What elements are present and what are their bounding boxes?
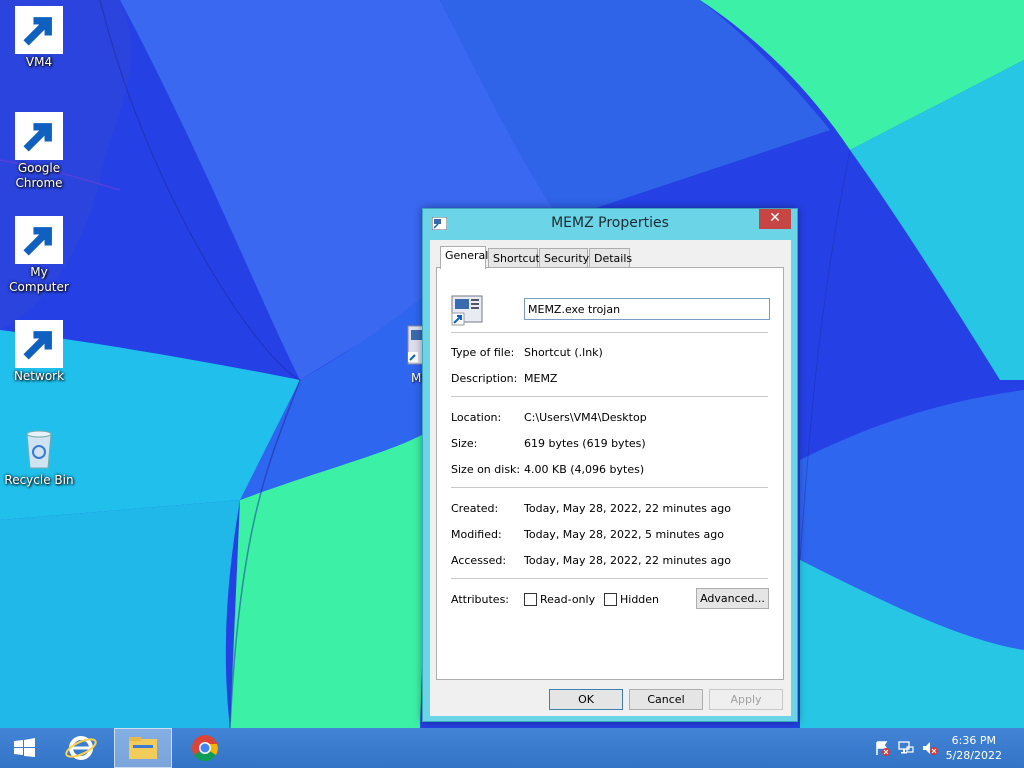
accessed-label: Accessed:	[451, 554, 507, 567]
tab-details[interactable]: Details	[589, 248, 632, 268]
separator	[451, 332, 768, 333]
general-tab-panel: Type of file: Shortcut (.lnk) Descriptio…	[436, 267, 784, 680]
close-button[interactable]: ✕	[759, 209, 791, 229]
taskbar-chrome[interactable]	[182, 728, 228, 768]
desktop-icon-vm4[interactable]: VM4	[0, 6, 78, 70]
computer-icon	[15, 216, 63, 264]
taskbar-clock[interactable]: 6:36 PM 5/28/2022	[946, 733, 1002, 763]
apply-button[interactable]: Apply	[709, 689, 783, 710]
hidden-label: Hidden	[620, 593, 660, 606]
modified-value: Today, May 28, 2022, 5 minutes ago	[524, 528, 724, 541]
user-folder-icon	[15, 6, 63, 54]
desktop-icon-network[interactable]: Network	[0, 320, 78, 384]
volume-muted-icon[interactable]	[922, 740, 938, 756]
network-icon	[15, 320, 63, 368]
start-button[interactable]	[4, 728, 44, 768]
separator	[451, 578, 768, 579]
separator	[451, 396, 768, 397]
size-on-disk-value: 4.00 KB (4,096 bytes)	[524, 463, 645, 476]
type-value: Shortcut (.lnk)	[524, 346, 603, 359]
taskbar-file-explorer[interactable]	[114, 728, 172, 768]
clock-date: 5/28/2022	[945, 749, 1002, 762]
properties-dialog: MEMZ Properties ✕ General Shortcut Secur…	[422, 208, 798, 722]
attributes-label: Attributes:	[451, 593, 510, 606]
readonly-checkbox[interactable]	[524, 593, 537, 606]
size-value: 619 bytes (619 bytes)	[524, 437, 646, 450]
chrome-icon	[15, 112, 63, 160]
internet-explorer-icon	[65, 736, 97, 760]
start-icon	[14, 738, 35, 757]
desktop-icon-label: Recycle Bin	[4, 473, 74, 487]
ok-button[interactable]: OK	[549, 689, 623, 710]
desktop-icon-label: Network	[13, 369, 65, 383]
location-value: C:\Users\VM4\Desktop	[524, 411, 647, 424]
chrome-icon	[192, 735, 218, 762]
hidden-checkbox[interactable]	[604, 593, 617, 606]
separator	[451, 487, 768, 488]
cancel-button[interactable]: Cancel	[629, 689, 703, 710]
tab-security[interactable]: Security	[539, 248, 589, 268]
tab-shortcut[interactable]: Shortcut	[488, 248, 540, 268]
action-center-flag-icon[interactable]	[874, 740, 890, 756]
file-explorer-icon	[129, 737, 157, 759]
created-label: Created:	[451, 502, 499, 515]
accessed-value: Today, May 28, 2022, 22 minutes ago	[524, 554, 731, 567]
size-on-disk-label: Size on disk:	[451, 463, 521, 476]
shortcut-file-icon	[451, 295, 483, 326]
tab-general[interactable]: General	[440, 246, 488, 269]
taskbar-internet-explorer[interactable]	[58, 728, 104, 768]
desktop-icon-chrome[interactable]: Google Chrome	[0, 112, 78, 191]
dialog-client-area: General Shortcut Security Details Type o…	[430, 240, 791, 716]
description-value: MEMZ	[524, 372, 558, 385]
type-label: Type of file:	[451, 346, 515, 359]
modified-label: Modified:	[451, 528, 502, 541]
size-label: Size:	[451, 437, 478, 450]
readonly-label: Read-only	[540, 593, 596, 606]
recycle-bin-icon	[15, 424, 63, 472]
desktop-icon-recycle-bin[interactable]: Recycle Bin	[0, 424, 78, 488]
dialog-titlebar[interactable]: MEMZ Properties ✕	[423, 209, 797, 237]
desktop-icon-label: Google Chrome	[15, 161, 63, 190]
desktop-icon-label: My Computer	[9, 265, 69, 294]
location-label: Location:	[451, 411, 502, 424]
desktop-icon-my-computer[interactable]: My Computer	[0, 216, 78, 295]
desktop-icon-label: VM4	[25, 55, 53, 69]
dialog-title: MEMZ Properties	[551, 215, 669, 231]
description-label: Description:	[451, 372, 518, 385]
advanced-button[interactable]: Advanced...	[696, 588, 769, 609]
created-value: Today, May 28, 2022, 22 minutes ago	[524, 502, 731, 515]
clock-time: 6:36 PM	[951, 734, 996, 747]
taskbar: 6:36 PM 5/28/2022	[0, 728, 1024, 768]
file-name-input[interactable]	[524, 298, 770, 320]
network-tray-icon[interactable]	[898, 740, 914, 756]
